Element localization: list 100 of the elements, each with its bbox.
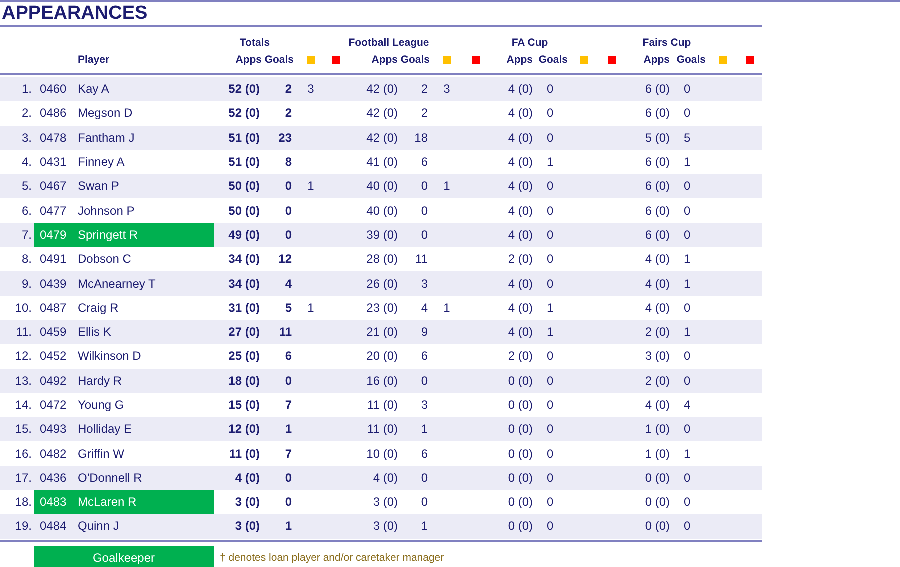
player-name: Johnson P	[78, 204, 135, 218]
bookings-cell-text: 1	[442, 300, 452, 315]
apps-cell-text: 27 (0)	[228, 325, 261, 340]
apps-cell-text: 18 (0)	[228, 374, 261, 388]
goals-cell-text: 11	[278, 325, 293, 340]
player-name: Megson D	[78, 106, 133, 120]
goals-cell-text: 23	[278, 130, 293, 145]
apps-cell-text: 4 (0)	[507, 276, 534, 291]
apps-cell-text: 26 (0)	[366, 276, 399, 291]
player-name: Wilkinson D	[78, 349, 142, 364]
apps-cell-text: 23 (0)	[366, 300, 399, 315]
column-header: Goals	[264, 54, 295, 66]
rank-cell-text: 14.	[14, 398, 33, 412]
goals-cell-text: 0	[546, 179, 555, 194]
goals-cell-text: 2	[284, 106, 293, 120]
apps-cell-text: 6 (0)	[644, 228, 671, 242]
apps-cell-text: 4 (0)	[644, 300, 671, 315]
rank-cell-text: 18.	[14, 495, 33, 510]
column-header: Player	[78, 54, 111, 66]
goals-cell-text: 0	[683, 349, 692, 364]
apps-cell-text: 6 (0)	[644, 179, 671, 194]
rank-cell-text: 13.	[14, 374, 33, 388]
rank-cell-text: 5.	[20, 179, 33, 194]
player-id: 0431	[39, 155, 68, 170]
goalkeeper-legend: Goalkeeper	[34, 546, 214, 567]
bookings-cell-text: 1	[442, 179, 452, 194]
player-id: 0479	[39, 228, 68, 242]
goals-cell-text: 2	[420, 106, 429, 120]
goals-cell-text: 8	[284, 155, 293, 170]
apps-cell-text: 4 (0)	[372, 470, 399, 485]
column-group-header: FA Cup	[510, 36, 550, 48]
apps-cell-text: 0 (0)	[644, 470, 671, 485]
apps-cell-text: 3 (0)	[234, 519, 261, 534]
player-id: 0493	[39, 422, 68, 436]
goals-cell-text: 1	[284, 519, 293, 534]
apps-cell-text: 34 (0)	[228, 252, 261, 266]
apps-cell-text: 6 (0)	[644, 82, 671, 96]
player-name: Finney A	[78, 155, 125, 170]
goals-cell-text: 0	[284, 179, 293, 194]
goals-cell-text: 0	[420, 495, 429, 510]
apps-cell-text: 2 (0)	[507, 252, 534, 266]
goals-cell-text: 1	[420, 422, 429, 436]
goals-cell-text: 18	[414, 130, 429, 145]
apps-cell-text: 5 (0)	[644, 130, 671, 145]
apps-cell-text: 3 (0)	[234, 495, 261, 510]
goals-cell-text: 0	[683, 422, 692, 436]
player-id: 0491	[39, 252, 68, 266]
column-header: Apps	[370, 54, 399, 66]
apps-cell-text: 0 (0)	[644, 519, 671, 534]
apps-cell-text: 0 (0)	[507, 470, 534, 485]
apps-cell-text: 4 (0)	[644, 252, 671, 266]
player-name: McAnearney T	[78, 276, 156, 291]
player-name: Dobson C	[78, 252, 132, 266]
apps-cell-text: 16 (0)	[366, 374, 399, 388]
sending-off-card-icon	[746, 56, 754, 64]
apps-cell-text: 4 (0)	[507, 130, 534, 145]
bookings-cell-text: 1	[306, 179, 316, 194]
goals-cell-text: 0	[683, 82, 692, 96]
goals-cell-text: 0	[546, 130, 555, 145]
apps-cell-text: 0 (0)	[507, 422, 534, 436]
player-id: 0483	[39, 495, 68, 510]
column-header: Apps	[234, 54, 263, 66]
goals-cell-text: 0	[683, 179, 692, 194]
player-id: 0478	[39, 130, 68, 145]
apps-cell-text: 39 (0)	[366, 228, 399, 242]
apps-cell-text: 4 (0)	[507, 179, 534, 194]
goals-cell-text: 0	[546, 252, 555, 266]
goals-cell-text: 1	[420, 519, 429, 534]
apps-cell-text: 6 (0)	[644, 106, 671, 120]
goals-cell-text: 1	[683, 325, 692, 340]
apps-cell-text: 4 (0)	[507, 204, 534, 218]
goals-cell-text: 0	[683, 204, 692, 218]
goals-cell-text: 0	[546, 349, 555, 364]
apps-cell-text: 42 (0)	[366, 82, 399, 96]
goals-cell-text: 0	[420, 374, 429, 388]
apps-cell-text: 0 (0)	[507, 519, 534, 534]
goals-cell-text: 1	[284, 422, 293, 436]
goals-cell-text: 0	[284, 495, 293, 510]
column-header: Apps	[506, 54, 534, 66]
player-id: 0436	[39, 470, 68, 485]
goals-cell-text: 0	[546, 519, 555, 534]
goals-cell-text: 0	[683, 106, 692, 120]
goals-cell-text: 1	[546, 155, 555, 170]
goals-cell-text: 12	[278, 252, 293, 266]
goals-cell-text: 2	[420, 82, 429, 96]
rank-cell-text: 15.	[14, 422, 33, 436]
rank-cell-text: 3.	[20, 130, 33, 145]
column-header: Goals	[538, 54, 569, 66]
goals-cell-text: 0	[683, 519, 692, 534]
goals-cell-text: 0	[420, 470, 429, 485]
goals-cell-text: 0	[546, 374, 555, 388]
apps-cell-text: 42 (0)	[366, 130, 399, 145]
column-group-header: Football League	[348, 36, 430, 48]
goals-cell-text: 0	[420, 204, 429, 218]
apps-cell-text: 31 (0)	[228, 300, 261, 315]
goals-cell-text: 0	[546, 106, 555, 120]
bookings-cell-text: 3	[306, 82, 316, 96]
player-id: 0492	[39, 374, 68, 388]
player-id: 0460	[39, 82, 68, 96]
apps-cell-text: 4 (0)	[234, 470, 261, 485]
